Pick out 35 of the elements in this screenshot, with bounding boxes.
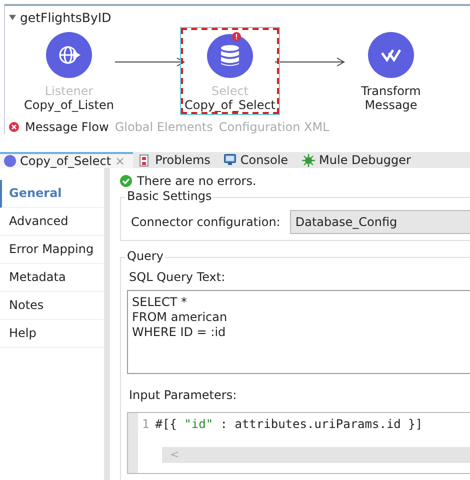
node-type-label: Listener <box>44 84 94 98</box>
field-label: Connector configuration: <box>131 215 280 229</box>
query-line: WHERE ID = :id <box>132 325 227 340</box>
sidebar-item[interactable]: Metadata <box>0 264 104 292</box>
flow-node[interactable]: Transform Message <box>341 28 441 114</box>
code-editor[interactable]: 1 #[{ "id" : attributes.uriParams.id }] < <box>127 412 470 474</box>
view-tab[interactable]: Console <box>220 152 296 168</box>
node-type-label: Transform <box>361 84 421 98</box>
view-tab[interactable]: Mule Debugger <box>298 152 419 168</box>
selected-node[interactable]: Select Copy_of_Select <box>181 28 279 114</box>
field-label: SQL Query Text: <box>129 270 226 284</box>
status-message: There are no errors. <box>137 174 256 188</box>
sidebar-item[interactable]: Help <box>0 320 104 348</box>
sidebar-item[interactable]: General <box>0 180 104 208</box>
view-tab[interactable]: Problems <box>135 152 218 168</box>
node-name: Copy_of_Select <box>184 98 276 112</box>
sidebar-item[interactable]: Error Mapping <box>0 236 104 264</box>
node-name: Copy_of_Listen <box>24 98 114 112</box>
code-line: #[{ "id" : attributes.uriParams.id }] <box>155 417 423 431</box>
editor-tab[interactable]: Message Flow <box>25 120 109 134</box>
node-type-label: Select <box>211 84 249 98</box>
group-title: Query <box>125 249 166 263</box>
sql-query-field[interactable]: SELECT * FROM american WHERE ID = :id <box>127 290 470 374</box>
sidebar-item[interactable]: Advanced <box>0 208 104 236</box>
view-tab[interactable]: Copy_of_Select × <box>0 152 134 168</box>
line-number: 1 <box>142 417 150 431</box>
field-label: Input Parameters: <box>129 388 237 402</box>
sidebar-item[interactable]: Notes <box>0 292 104 320</box>
query-line: FROM american <box>132 310 228 325</box>
query-line: SELECT * <box>132 295 188 310</box>
connector-config-field[interactable]: Database_Config <box>290 210 470 234</box>
node-name: Message <box>364 98 418 112</box>
flow-title: getFlightsByID <box>20 10 112 24</box>
flow-node[interactable]: Listener Copy_of_Listen <box>19 28 119 114</box>
group-title: Basic Settings <box>125 189 214 203</box>
